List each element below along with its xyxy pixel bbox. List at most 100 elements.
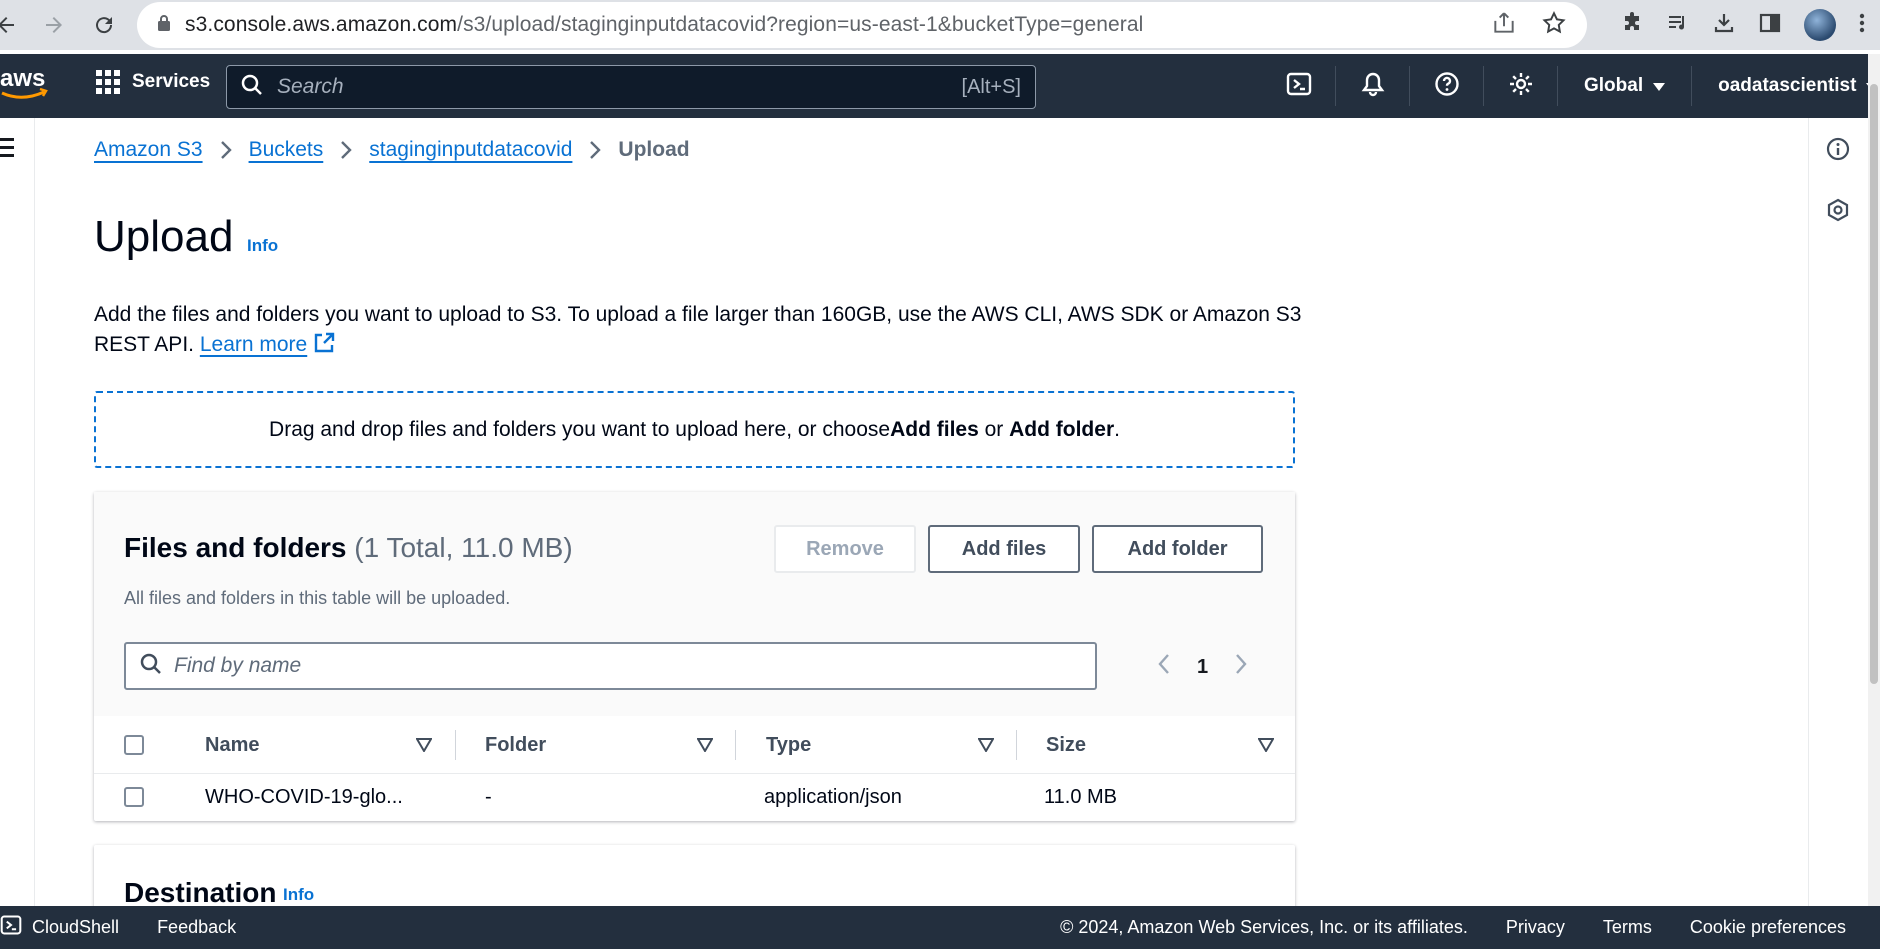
breadcrumb-buckets[interactable]: Buckets [249, 138, 324, 162]
right-tools-rail [1808, 118, 1880, 906]
aws-logo-icon[interactable]: aws [0, 64, 52, 104]
page-title: Upload [94, 212, 234, 261]
column-folder[interactable]: Folder [485, 716, 546, 774]
filter-placeholder: Find by name [174, 654, 302, 677]
upload-dropzone[interactable]: Drag and drop files and folders you want… [94, 391, 1295, 468]
search-icon [140, 653, 162, 680]
hexagon-tools-icon[interactable] [1826, 198, 1850, 222]
menu-hamburger-icon[interactable] [0, 138, 14, 162]
breadcrumb-amazon-s3[interactable]: Amazon S3 [94, 138, 203, 162]
copyright-text: © 2024, Amazon Web Services, Inc. or its… [1060, 917, 1468, 937]
page-number[interactable]: 1 [1197, 656, 1208, 679]
destination-title: Destination [124, 877, 277, 908]
info-panel-icon[interactable] [1826, 137, 1850, 161]
row-checkbox[interactable] [124, 787, 144, 807]
privacy-link[interactable]: Privacy [1506, 917, 1565, 938]
breadcrumb: Amazon S3 Buckets staginginputdatacovid … [94, 138, 690, 162]
chevron-right-icon [339, 138, 353, 162]
next-page-icon[interactable] [1234, 652, 1248, 682]
prev-page-icon[interactable] [1157, 652, 1171, 682]
svg-text:aws: aws [0, 65, 45, 92]
destination-info-link[interactable]: Info [283, 885, 314, 905]
region-selector[interactable]: Global [1558, 66, 1693, 106]
column-name[interactable]: Name [205, 716, 259, 774]
services-grid-icon [96, 70, 120, 94]
help-button[interactable] [1410, 66, 1484, 106]
row-folder: - [485, 786, 492, 808]
dropzone-text: Drag and drop files and folders you want… [269, 417, 891, 441]
cookie-preferences-link[interactable]: Cookie preferences [1690, 917, 1846, 938]
search-icon [241, 74, 263, 101]
media-queue-icon[interactable] [1666, 11, 1690, 40]
reload-icon[interactable] [86, 7, 122, 43]
profile-avatar[interactable] [1804, 9, 1836, 41]
table-row[interactable]: WHO-COVID-19-glo... - application/json 1… [94, 774, 1295, 821]
destination-container: Destination Info [94, 845, 1295, 915]
address-bar[interactable]: s3.console.aws.amazon.com/s3/upload/stag… [137, 2, 1587, 48]
back-icon[interactable] [0, 7, 24, 43]
account-menu[interactable]: oadatascientist [1692, 66, 1880, 106]
aws-top-nav: aws Services Search [Alt+S] Global oadat… [0, 54, 1880, 118]
cloudshell-footer-button[interactable]: CloudShell [0, 914, 119, 941]
side-panel-icon[interactable] [1758, 11, 1782, 40]
global-search-input[interactable]: Search [Alt+S] [226, 65, 1036, 109]
table-header: Name Folder Type Size [94, 716, 1295, 774]
files-header: Files and folders (1 Total, 11.0 MB) All… [94, 492, 1295, 716]
breadcrumb-bucket[interactable]: staginginputdatacovid [369, 138, 572, 162]
dropzone-add-folder: Add folder [1009, 417, 1115, 441]
services-menu[interactable]: Services [96, 70, 210, 94]
services-label: Services [132, 71, 211, 92]
page-description: Add the files and folders you want to up… [94, 300, 1314, 360]
help-icon [1434, 71, 1460, 102]
find-by-name-input[interactable]: Find by name [124, 642, 1097, 690]
column-size[interactable]: Size [1046, 716, 1086, 774]
terms-link[interactable]: Terms [1603, 917, 1652, 938]
cloudshell-nav-button[interactable] [1262, 66, 1336, 106]
feedback-link[interactable]: Feedback [157, 917, 236, 938]
search-shortcut: [Alt+S] [961, 75, 1021, 98]
row-size: 11.0 MB [1044, 786, 1117, 808]
more-vert-icon[interactable] [1858, 11, 1866, 40]
learn-more-link[interactable]: Learn more [200, 333, 307, 356]
sort-icon[interactable] [696, 738, 714, 753]
info-link[interactable]: Info [247, 236, 278, 256]
cloudshell-icon [1286, 71, 1312, 102]
files-title: Files and folders (1 Total, 11.0 MB) [124, 532, 573, 564]
sort-icon[interactable] [977, 738, 995, 753]
gear-icon [1508, 71, 1534, 102]
chevron-right-icon [588, 138, 602, 162]
chevron-right-icon [219, 138, 233, 162]
settings-button[interactable] [1484, 66, 1558, 106]
select-all-checkbox[interactable] [124, 735, 144, 755]
search-placeholder: Search [277, 75, 344, 98]
notifications-button[interactable] [1336, 66, 1410, 106]
region-label: Global [1584, 75, 1644, 96]
console-footer: CloudShell Feedback © 2024, Amazon Web S… [0, 906, 1880, 949]
cloudshell-label: CloudShell [32, 917, 120, 937]
left-navigation-rail [0, 118, 35, 906]
row-type: application/json [764, 786, 902, 808]
lock-icon [157, 14, 171, 37]
cloudshell-icon [0, 914, 22, 941]
bookmark-star-icon[interactable] [1541, 10, 1567, 41]
breadcrumb-current: Upload [618, 138, 690, 161]
files-title-text: Files and folders [124, 532, 347, 563]
url-text: s3.console.aws.amazon.com/s3/upload/stag… [185, 13, 1144, 36]
column-type[interactable]: Type [766, 716, 811, 774]
sort-icon[interactable] [415, 738, 433, 753]
external-link-icon [313, 332, 335, 356]
files-and-folders-container: Files and folders (1 Total, 11.0 MB) All… [94, 492, 1295, 821]
files-subtitle: All files and folders in this table will… [124, 588, 511, 608]
files-count: (1 Total, 11.0 MB) [354, 532, 573, 563]
remove-button[interactable]: Remove [774, 525, 916, 573]
dropzone-period: . [1114, 417, 1120, 441]
sort-icon[interactable] [1257, 738, 1275, 753]
download-icon[interactable] [1712, 11, 1736, 40]
add-folder-button[interactable]: Add folder [1092, 525, 1263, 573]
row-name: WHO-COVID-19-glo... [205, 786, 403, 808]
forward-icon[interactable] [36, 7, 72, 43]
add-files-button[interactable]: Add files [928, 525, 1080, 573]
share-icon[interactable] [1491, 10, 1517, 41]
pagination: 1 [1157, 652, 1248, 682]
extensions-icon[interactable] [1620, 11, 1644, 40]
